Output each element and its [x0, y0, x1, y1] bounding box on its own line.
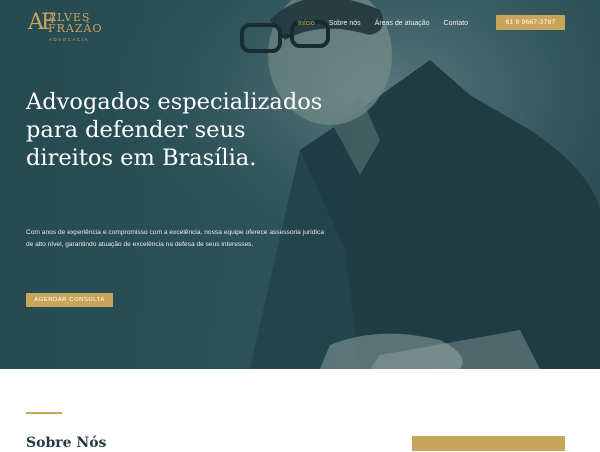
section-divider: [26, 412, 62, 414]
main-nav: Início Sobre nós Áreas de atuação Contat…: [298, 19, 482, 29]
hero-overlay: [0, 0, 600, 369]
hero-section: AF ALVES FRAZÃO ADVOCACIA Início Sobre n…: [0, 0, 600, 369]
nav-item-inicio[interactable]: Início: [298, 19, 315, 29]
logo[interactable]: AF ALVES FRAZÃO ADVOCACIA: [28, 10, 118, 42]
hero-headline: Advogados especializados para defender s…: [26, 89, 323, 171]
schedule-consultation-button[interactable]: AGENDAR CONSULTA: [26, 293, 113, 307]
nav-item-areas-de-atuacao[interactable]: Áreas de atuação: [375, 19, 430, 29]
about-section-title: Sobre Nós: [26, 435, 107, 451]
phone-button[interactable]: 61 9 9667-3787: [496, 15, 565, 30]
nav-item-contato[interactable]: Contato: [444, 19, 469, 29]
hero-intro-text: Com anos de experiência e compromisso co…: [26, 229, 324, 248]
about-image-frame: [412, 436, 565, 451]
logo-tagline: ADVOCACIA: [49, 37, 90, 42]
logo-name-line2: FRAZÃO: [48, 22, 103, 35]
nav-item-sobre-nos[interactable]: Sobre nós: [329, 19, 361, 29]
